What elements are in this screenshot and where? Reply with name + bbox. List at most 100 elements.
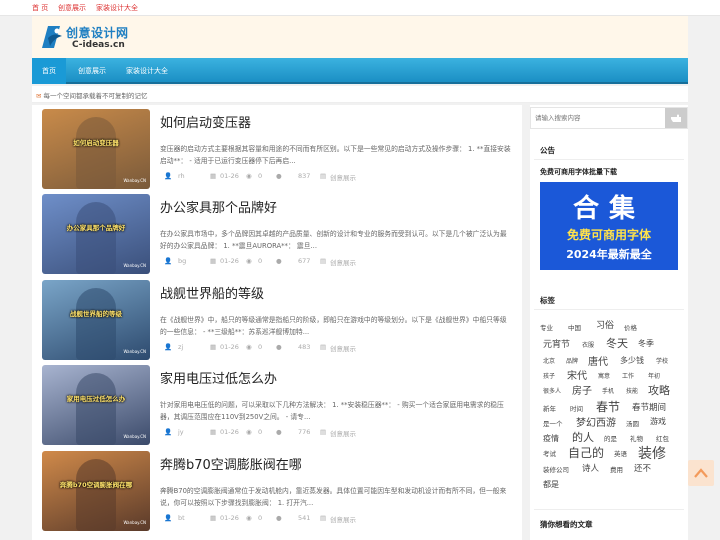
nav-item-decor[interactable]: 家装设计大全: [118, 58, 176, 84]
tag-link[interactable]: 春节: [596, 398, 620, 415]
tag-link[interactable]: 游戏: [650, 416, 666, 427]
tag-link[interactable]: 是一个: [543, 418, 563, 428]
top-link-showcase[interactable]: 创意展示: [58, 3, 86, 13]
tag-link[interactable]: 多少钱: [620, 355, 644, 366]
views-icon: ●: [276, 257, 282, 265]
post-title[interactable]: 家用电压过低怎么办: [160, 368, 277, 387]
post-thumbnail[interactable]: 奔腾b70空调膨胀阀在哪 Wanbay.CN: [42, 451, 150, 531]
thumbnail-brand: Wanbay.CN: [123, 520, 146, 525]
post-thumbnail[interactable]: 办公家具那个品牌好 Wanbay.CN: [42, 194, 150, 274]
tag-link[interactable]: 技能: [626, 386, 638, 395]
post-comments: 0: [258, 343, 263, 351]
thumbnail-caption: 奔腾b70空调膨胀阀在哪: [59, 481, 133, 489]
tag-link[interactable]: 英语: [614, 448, 627, 458]
tag-link[interactable]: 很多人: [543, 386, 561, 395]
tag-link[interactable]: 装修: [638, 443, 666, 463]
tag-link[interactable]: 费用: [610, 464, 623, 474]
thumbnail-caption: 战舰世界船的等级: [70, 310, 122, 318]
tag-link[interactable]: 春节期间: [632, 401, 666, 413]
tag-link[interactable]: 考试: [543, 448, 556, 458]
tag-link[interactable]: 中国: [568, 322, 581, 332]
post-category[interactable]: 创意展示: [330, 343, 356, 353]
hand-pointer-icon: [671, 114, 681, 122]
tag-link[interactable]: 价格: [624, 322, 637, 332]
tag-link[interactable]: 习俗: [596, 318, 614, 331]
post-category[interactable]: 创意展示: [330, 172, 356, 182]
eye-icon: ◉: [246, 172, 252, 180]
divider: [534, 509, 684, 510]
tag-link[interactable]: 梦幻西游: [576, 414, 616, 429]
post-title[interactable]: 奔腾b70空调膨胀阀在哪: [160, 454, 302, 473]
announce-title: 公告: [540, 146, 555, 155]
eye-icon: ◉: [246, 428, 252, 436]
eye-icon: ◉: [246, 257, 252, 265]
notice-text: 每一个空间都承载着不可复制的记忆: [43, 92, 148, 100]
tag-link[interactable]: 冬季: [638, 338, 654, 349]
search-input[interactable]: [535, 112, 663, 125]
post-excerpt: 变压器的启动方式主要根据其容量和用途的不同而有所区别。以下是一些常见的启动方式及…: [160, 145, 511, 165]
thumbnail-figure: [76, 459, 116, 531]
tag-link[interactable]: 都是: [543, 479, 559, 490]
tag-link[interactable]: 诗人: [582, 462, 599, 474]
announce-link[interactable]: 免费可商用字体批量下载: [540, 167, 617, 177]
top-link-decor[interactable]: 家装设计大全: [96, 3, 138, 13]
tag-link[interactable]: 的是: [604, 433, 617, 443]
nav-item-home[interactable]: 首页: [32, 58, 66, 84]
post-thumbnail[interactable]: 战舰世界船的等级 Wanbay.CN: [42, 280, 150, 360]
thumbnail-brand: Wanbay.CN: [123, 434, 146, 439]
tag-link[interactable]: 红包: [656, 433, 669, 443]
post-title[interactable]: 如何启动变压器: [160, 112, 251, 131]
tag-link[interactable]: 元宵节: [543, 337, 570, 350]
post-excerpt: 奔腾B70的空调膨胀阀通常位于发动机舱内，靠近蒸发器。具体位置可能因车型和发动机…: [160, 487, 507, 507]
ad-line-3: 2024年最新最全: [566, 248, 652, 261]
post-author[interactable]: bt: [178, 514, 185, 522]
tag-link[interactable]: 疫情: [543, 433, 559, 444]
post-title[interactable]: 办公家具那个品牌好: [160, 197, 277, 216]
post-category[interactable]: 创意展示: [330, 257, 356, 267]
tag-link[interactable]: 装修公司: [543, 464, 569, 474]
tag-link[interactable]: 礼物: [630, 433, 643, 443]
post-thumbnail[interactable]: 如何启动变压器 Wanbay.CN: [42, 109, 150, 189]
tag-link[interactable]: 年初: [648, 371, 660, 380]
post-category[interactable]: 创意展示: [330, 428, 356, 438]
post-item: 战舰世界船的等级 Wanbay.CN 战舰世界船的等级 在《战舰世界》中，船只的…: [42, 280, 512, 362]
tag-link[interactable]: 还不: [634, 462, 651, 474]
tag-link[interactable]: 唐代: [588, 353, 608, 368]
tag-link[interactable]: 的人: [572, 429, 594, 445]
nav-item-showcase[interactable]: 创意展示: [70, 58, 114, 84]
tag-link[interactable]: 衣服: [582, 340, 594, 349]
font-ad-banner[interactable]: 合集 免费可商用字体 2024年最新最全: [540, 182, 678, 270]
tag-link[interactable]: 自己的: [568, 444, 604, 461]
post-author[interactable]: zj: [178, 343, 183, 351]
tag-link[interactable]: 寓意: [598, 371, 610, 380]
search-button[interactable]: [665, 108, 687, 128]
logo-name-cn: 创意设计网: [66, 26, 129, 40]
tag-link[interactable]: 时间: [570, 403, 583, 413]
tag-link[interactable]: 攻略: [648, 382, 670, 398]
tag-link[interactable]: 工作: [622, 371, 634, 380]
top-link-home[interactable]: 首 页: [32, 3, 48, 13]
post-views: 837: [298, 172, 311, 180]
tag-link[interactable]: 北京: [543, 356, 555, 365]
tag-link[interactable]: 手机: [602, 386, 614, 395]
post-category[interactable]: 创意展示: [330, 514, 356, 524]
post-views: 776: [298, 428, 311, 436]
tag-link[interactable]: 冬天: [606, 335, 628, 351]
ad-line-1: 合集: [572, 194, 645, 224]
tag-link[interactable]: 专业: [540, 322, 553, 332]
post-author[interactable]: rh: [178, 172, 185, 180]
post-thumbnail[interactable]: 家用电压过低怎么办 Wanbay.CN: [42, 365, 150, 445]
tag-link[interactable]: 孩子: [543, 371, 555, 380]
tag-link[interactable]: 汤圆: [626, 418, 639, 428]
views-icon: ●: [276, 172, 282, 180]
site-logo[interactable]: 创意设计网 C-ideas.cn: [38, 22, 158, 54]
tag-link[interactable]: 品牌: [566, 356, 578, 365]
tag-link[interactable]: 宋代: [567, 367, 587, 382]
tag-link[interactable]: 学校: [656, 356, 668, 365]
post-title[interactable]: 战舰世界船的等级: [160, 283, 264, 302]
post-author[interactable]: bg: [178, 257, 186, 265]
back-to-top-button[interactable]: [688, 460, 714, 486]
tag-link[interactable]: 房子: [572, 382, 592, 397]
post-author[interactable]: jy: [178, 428, 184, 436]
tag-link[interactable]: 新年: [543, 403, 556, 413]
